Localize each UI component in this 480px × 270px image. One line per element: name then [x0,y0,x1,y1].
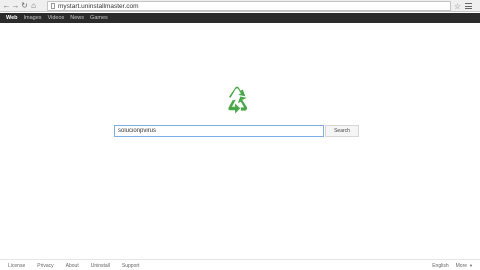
nav-bar: Web Images Videos News Games [0,13,480,23]
address-bar[interactable]: mystart.uninstallmaster.com [47,1,451,11]
back-arrow-icon[interactable]: ← [2,0,11,12]
footer-link-license[interactable]: License [8,263,25,269]
footer-right: English More ▼ [432,260,473,270]
caret-down-icon: ▼ [469,262,473,268]
search-button[interactable]: Search [325,125,359,137]
home-icon[interactable]: ⌂ [29,0,38,12]
footer-link-uninstall[interactable]: Uninstall [91,263,110,269]
more-dropdown[interactable]: More ▼ [456,263,473,269]
menu-icon[interactable] [464,2,473,10]
footer-link-support[interactable]: Support [122,263,140,269]
search-input[interactable] [114,125,324,137]
footer-links: License Privacy About Uninstall Support [8,260,151,270]
language-link[interactable]: English [432,263,448,269]
url-text[interactable]: mystart.uninstallmaster.com [58,3,139,10]
star-icon[interactable]: ☆ [453,0,462,12]
nav-link-news[interactable]: News [67,15,87,21]
recycle-icon [228,86,248,114]
footer-link-privacy[interactable]: Privacy [37,263,53,269]
forward-arrow-icon[interactable]: → [11,0,20,12]
footer: License Privacy About Uninstall Support … [0,259,480,270]
reload-icon[interactable]: ↻ [20,0,29,12]
browser-toolbar: ← → ↻ ⌂ mystart.uninstallmaster.com ☆ [0,0,480,12]
nav-link-videos[interactable]: Videos [45,15,68,21]
nav-link-images[interactable]: Images [21,15,45,21]
nav-link-games[interactable]: Games [87,15,111,21]
more-label: More [455,262,468,269]
page-icon [51,3,55,9]
footer-link-about[interactable]: About [66,263,79,269]
nav-link-web[interactable]: Web [3,15,21,21]
